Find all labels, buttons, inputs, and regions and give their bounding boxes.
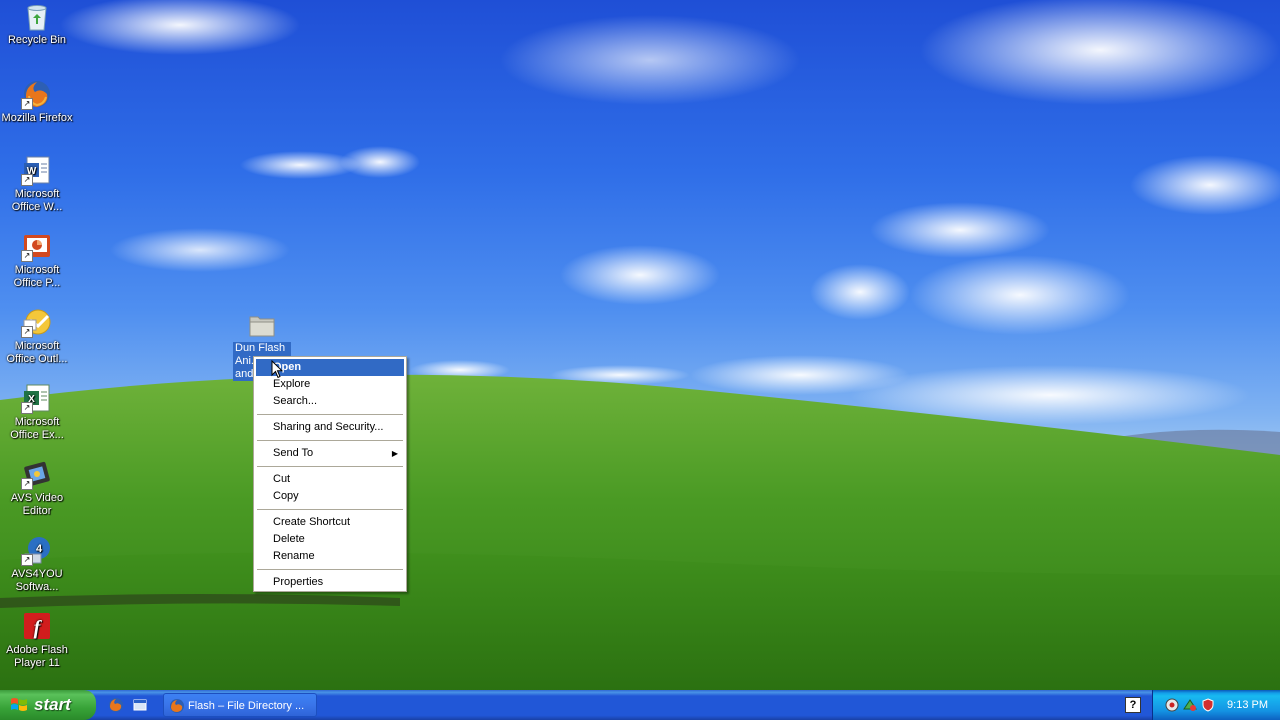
desktop-icon-avs-video-editor[interactable]: ↗ AVS Video Editor [0,458,74,518]
desktop-icon-outlook[interactable]: ↗ Microsoft Office Outl... [0,306,74,366]
folder-icon [246,310,278,340]
menu-item-search[interactable]: Search... [256,393,404,410]
shortcut-arrow-icon: ↗ [21,402,33,414]
desktop-icon-recycle-bin[interactable]: Recycle Bin [0,0,74,47]
mouse-cursor-icon [271,360,283,379]
desktop-icon-label: Recycle Bin [7,34,67,46]
menu-separator [257,569,403,570]
tray-security-icon[interactable] [1165,698,1179,712]
taskbar-button-label: Flash – File Directory ... [188,700,305,712]
desktop-icon-excel[interactable]: X ↗ Microsoft Office Ex... [0,382,74,442]
flash-player-icon: f [21,610,53,642]
quicklaunch-show-desktop-icon[interactable] [132,697,148,713]
desktop-icon-flash-player[interactable]: f Adobe Flash Player 11 [0,610,74,670]
desktop-icon-firefox[interactable]: ↗ Mozilla Firefox [0,78,74,125]
film-reel-icon: ↗ [21,458,53,490]
shortcut-arrow-icon: ↗ [21,98,33,110]
start-label: start [34,695,71,714]
quicklaunch-firefox-icon[interactable] [108,697,124,713]
shortcut-arrow-icon: ↗ [21,326,33,338]
desktop-icon-label: Mozilla Firefox [1,112,73,124]
system-tray: 9:13 PM [1152,690,1280,720]
menu-item-properties[interactable]: Properties [256,574,404,591]
recycle-bin-icon [21,0,53,32]
start-button[interactable]: start [0,690,96,720]
desktop-icon-label: Microsoft Office Ex... [10,416,64,441]
menu-item-delete[interactable]: Delete [256,531,404,548]
shortcut-arrow-icon: ↗ [21,174,33,186]
taskbar-button-flash-file-directory[interactable]: Flash – File Directory ... [163,693,317,717]
menu-item-send-to[interactable]: Send To ▶ [256,445,404,462]
windows-logo-icon [11,698,27,711]
desktop-icon-powerpoint[interactable]: ↗ Microsoft Office P... [0,230,74,290]
desktop[interactable]: Recycle Bin ↗ Mozilla Firefox W ↗ Micros… [0,0,1280,690]
menu-item-create-shortcut[interactable]: Create Shortcut [256,514,404,531]
menu-item-rename[interactable]: Rename [256,548,404,565]
submenu-arrow-icon: ▶ [391,449,398,458]
svg-text:4: 4 [36,543,43,555]
menu-separator [257,414,403,415]
avs4you-icon: 4 ↗ [21,534,53,566]
menu-separator [257,440,403,441]
menu-item-copy[interactable]: Copy [256,488,404,505]
clock[interactable]: 9:13 PM [1227,690,1268,720]
firefox-icon: ↗ [21,78,53,110]
desktop-icon-label: Adobe Flash Player 11 [6,644,68,669]
desktop-icon-label: Microsoft Office Outl... [6,340,68,365]
desktop-icon-label: AVS Video Editor [10,492,64,517]
desktop-icon-avs4you[interactable]: 4 ↗ AVS4YOU Softwa... [0,534,74,594]
menu-item-sharing-security[interactable]: Sharing and Security... [256,419,404,436]
desktop-icon-label: Microsoft Office W... [11,188,63,213]
outlook-icon: ↗ [21,306,53,338]
menu-item-cut[interactable]: Cut [256,471,404,488]
menu-separator [257,509,403,510]
tray-network-icon[interactable] [1183,698,1197,712]
powerpoint-icon: ↗ [21,230,53,262]
desktop-icon-label: Microsoft Office P... [13,264,61,289]
shortcut-arrow-icon: ↗ [21,250,33,262]
menu-separator [257,466,403,467]
shortcut-arrow-icon: ↗ [21,478,33,490]
context-menu: Open Explore Search... Sharing and Secur… [253,356,407,592]
desktop-icon-word[interactable]: W ↗ Microsoft Office W... [0,154,74,214]
help-button[interactable]: ? [1125,697,1141,713]
tray-shield-icon[interactable] [1201,698,1215,712]
wallpaper-bliss [0,0,1280,690]
firefox-icon [170,699,184,713]
taskbar: start Flash – File Directory ... ? 9:13 [0,690,1280,720]
word-icon: W ↗ [21,154,53,186]
shortcut-arrow-icon: ↗ [21,554,33,566]
excel-icon: X ↗ [21,382,53,414]
desktop-icon-label: AVS4YOU Softwa... [11,568,63,593]
